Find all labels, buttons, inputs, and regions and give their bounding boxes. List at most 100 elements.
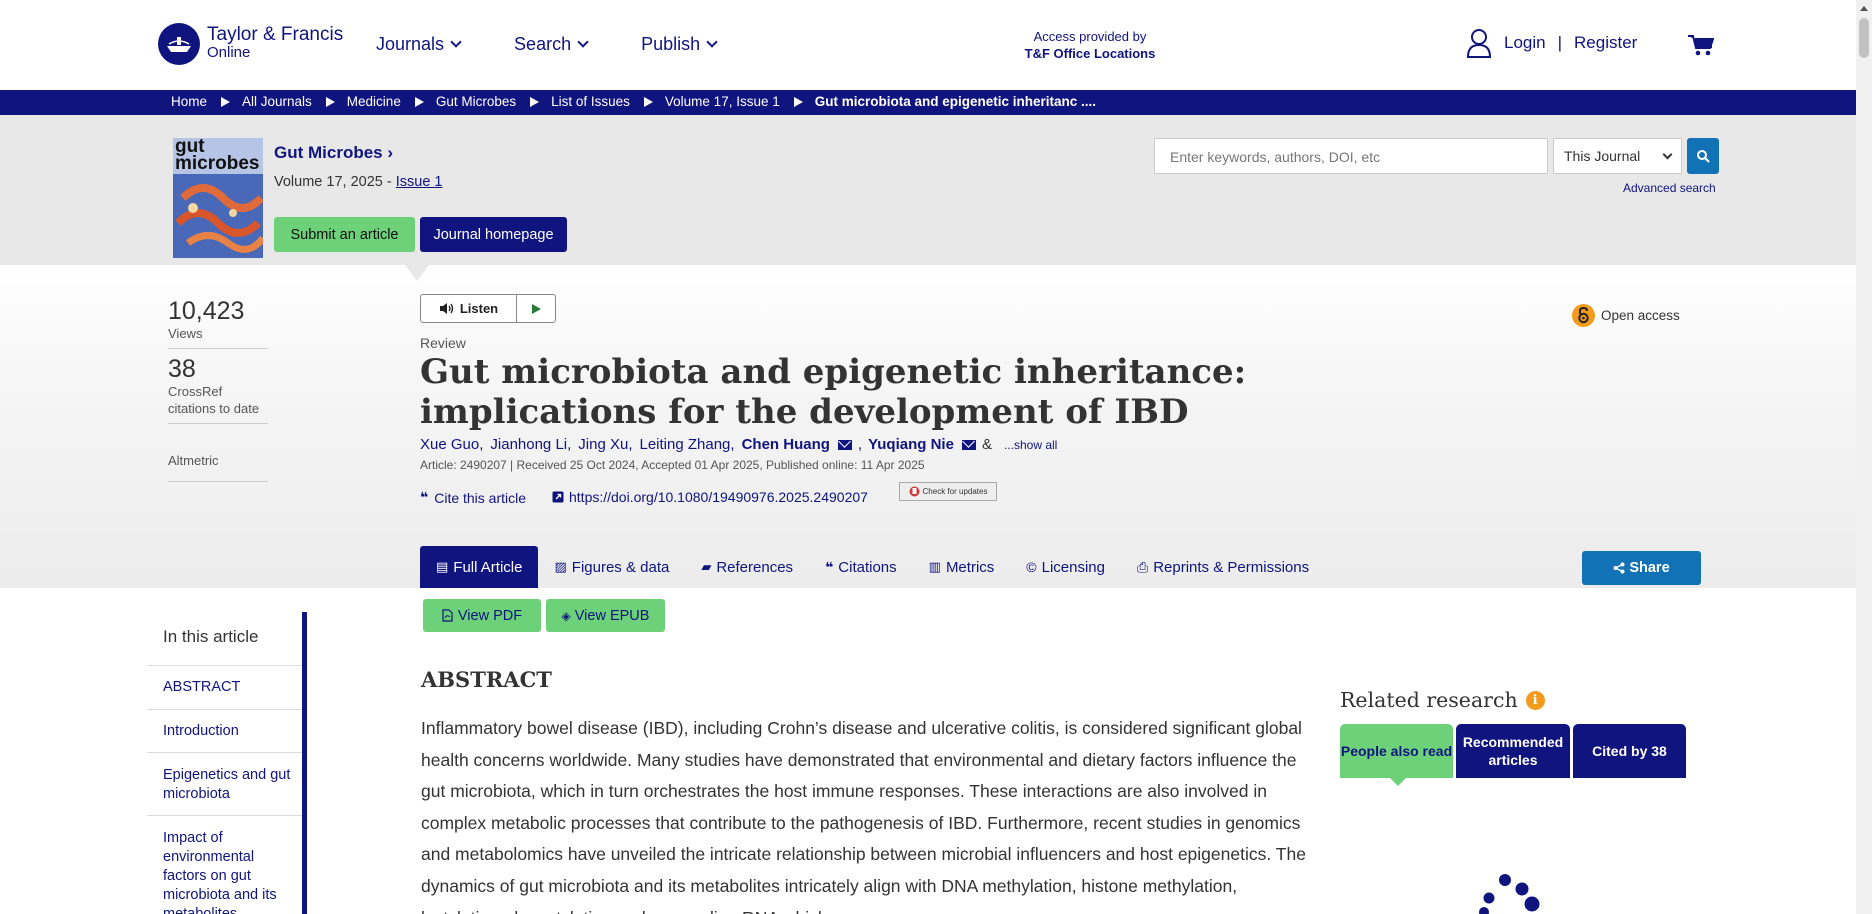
tab-citations[interactable]: ❝ Citations: [809, 546, 913, 588]
tab-metrics[interactable]: ▥ Metrics: [913, 546, 1011, 588]
journal-title-link[interactable]: Gut Microbes ›: [274, 143, 393, 163]
chevron-down-icon: [1662, 149, 1673, 159]
toc-item-epigenetics[interactable]: Epigenetics and gut microbiota: [163, 766, 298, 804]
play-icon[interactable]: [517, 295, 555, 322]
author-link-corresponding[interactable]: Chen Huang: [742, 436, 830, 453]
envelope-icon[interactable]: [837, 439, 852, 450]
share-button[interactable]: Share: [1582, 551, 1701, 585]
page-scrollbar[interactable]: [1856, 0, 1872, 914]
info-icon[interactable]: i: [1525, 690, 1545, 710]
tab-people-also-read[interactable]: People also read: [1340, 724, 1453, 778]
image-icon: ▨: [554, 559, 567, 574]
cart-icon[interactable]: [1688, 34, 1715, 61]
speaker-icon: [439, 303, 454, 314]
main-nav: Journals Search Publish: [376, 34, 770, 55]
search-button[interactable]: [1687, 138, 1719, 174]
search-input[interactable]: Enter keywords, authors, DOI, etc: [1154, 138, 1548, 174]
listen-button[interactable]: Listen: [420, 294, 556, 323]
tab-references[interactable]: ▰ References: [685, 546, 809, 588]
tab-recommended-articles[interactable]: Recommended articles: [1456, 724, 1570, 778]
abstract-heading: ABSTRACT: [421, 667, 552, 692]
show-all-authors-link[interactable]: ...show all: [1004, 438, 1057, 452]
toc-item-environmental-factors[interactable]: Impact of environmental factors on gut m…: [163, 829, 298, 914]
breadcrumb-arrow-icon: [530, 96, 540, 107]
cover-title: gut microbes: [175, 138, 260, 174]
abstract-text: Inflammatory bowel disease (IBD), includ…: [421, 718, 1306, 914]
tab-figures-data[interactable]: ▨ Figures & data: [538, 546, 685, 588]
login-link[interactable]: Login: [1504, 33, 1546, 53]
pdf-file-icon: [442, 609, 453, 622]
journal-cover-image[interactable]: gut microbes: [173, 138, 263, 258]
author-link[interactable]: Leiting Zhang,: [640, 436, 735, 453]
tab-cited-by[interactable]: Cited by 38: [1573, 724, 1686, 778]
journal-volume: Volume 17, 2025 - Issue 1: [274, 174, 443, 190]
envelope-icon[interactable]: [961, 439, 976, 450]
author-link-corresponding[interactable]: Yuqiang Nie: [868, 436, 954, 453]
view-pdf-button[interactable]: View PDF: [423, 599, 541, 632]
article-title: Gut microbiota and epigenetic inheritanc…: [420, 352, 1247, 432]
nav-journals[interactable]: Journals: [376, 34, 462, 55]
altmetric-label[interactable]: Altmetric: [168, 452, 268, 469]
chevron-down-icon: [577, 36, 589, 48]
breadcrumb-volume[interactable]: Volume 17, Issue 1: [665, 94, 780, 109]
open-access-label: Open access: [1601, 308, 1680, 323]
breadcrumb-medicine[interactable]: Medicine: [347, 94, 401, 109]
scroll-up-icon[interactable]: [1860, 6, 1868, 11]
breadcrumb-all-journals[interactable]: All Journals: [242, 94, 312, 109]
banner-notch: [405, 265, 429, 281]
nav-publish[interactable]: Publish: [641, 34, 718, 55]
copyright-icon: ©: [1026, 559, 1037, 575]
chevron-right-icon: ›: [387, 143, 394, 162]
views-count: 10,423: [168, 297, 245, 325]
access-institution: T&F Office Locations: [1024, 46, 1156, 61]
issue-link[interactable]: Issue 1: [396, 174, 443, 190]
author-link[interactable]: Jianhong Li,: [490, 436, 571, 453]
scrollbar-thumb[interactable]: [1859, 18, 1869, 58]
submit-article-button[interactable]: Submit an article: [274, 217, 415, 252]
journal-homepage-button[interactable]: Journal homepage: [420, 217, 567, 252]
toc-item-introduction[interactable]: Introduction: [163, 722, 298, 741]
epub-icon: ◈: [561, 608, 571, 623]
search-icon: [1697, 150, 1710, 163]
open-access-badge: Open access: [1572, 304, 1680, 327]
loading-spinner-icon: [1479, 874, 1540, 914]
breadcrumb: Home All Journals Medicine Gut Microbes …: [0, 90, 1856, 115]
account-separator: |: [1557, 33, 1563, 52]
tab-licensing[interactable]: © Licensing: [1010, 546, 1121, 588]
views-label: Views: [168, 326, 203, 341]
logo-line2: Online: [207, 44, 251, 61]
external-link-icon: [552, 491, 564, 503]
register-link[interactable]: Register: [1574, 33, 1637, 53]
site-header: Taylor & Francis Online Journals Search …: [0, 0, 1856, 90]
breadcrumb-home[interactable]: Home: [171, 94, 207, 109]
breadcrumb-gut-microbes[interactable]: Gut Microbes: [436, 94, 516, 109]
article-dates: Article: 2490207 | Received 25 Oct 2024,…: [420, 458, 925, 472]
author-link[interactable]: Jing Xu,: [578, 436, 632, 453]
chevron-down-icon: [450, 36, 462, 48]
access-provider: Access provided by T&F Office Locations: [1020, 28, 1160, 62]
tab-full-article[interactable]: ▤ Full Article: [420, 546, 539, 588]
check-for-updates-badge[interactable]: Check for updates: [899, 482, 997, 501]
article-metrics: 10,423 Views 38 CrossRef citations to dat…: [168, 297, 268, 488]
toc-item-abstract[interactable]: ABSTRACT: [163, 678, 298, 697]
nav-search[interactable]: Search: [514, 34, 589, 55]
breadcrumb-list-of-issues[interactable]: List of Issues: [551, 94, 630, 109]
article-type: Review: [420, 335, 466, 351]
advanced-search-link[interactable]: Advanced search: [1623, 181, 1716, 195]
cite-article-link[interactable]: ❝ Cite this article: [420, 489, 526, 506]
crossref-count: 38: [168, 355, 196, 383]
breadcrumb-arrow-icon: [325, 96, 335, 107]
doi-link[interactable]: https://doi.org/10.1080/19490976.2025.24…: [552, 489, 868, 505]
crossmark-icon: [909, 486, 920, 497]
user-icon[interactable]: [1466, 28, 1492, 58]
author-link[interactable]: Xue Guo,: [420, 436, 483, 453]
tab-reprints-permissions[interactable]: ⎙ Reprints & Permissions: [1121, 546, 1325, 588]
search-scope-select[interactable]: This Journal: [1553, 138, 1682, 174]
view-epub-button[interactable]: ◈ View EPUB: [546, 599, 665, 632]
quote-icon: ❝: [420, 489, 429, 505]
author-ampersand: &: [981, 436, 992, 453]
print-icon: ⎙: [1137, 558, 1149, 575]
article-tabs: ▤ Full Article ▨ Figures & data ▰ Reference…: [420, 546, 1325, 588]
tandf-logo[interactable]: Taylor & Francis Online: [158, 23, 343, 65]
account-links: Login | Register: [1466, 28, 1637, 58]
